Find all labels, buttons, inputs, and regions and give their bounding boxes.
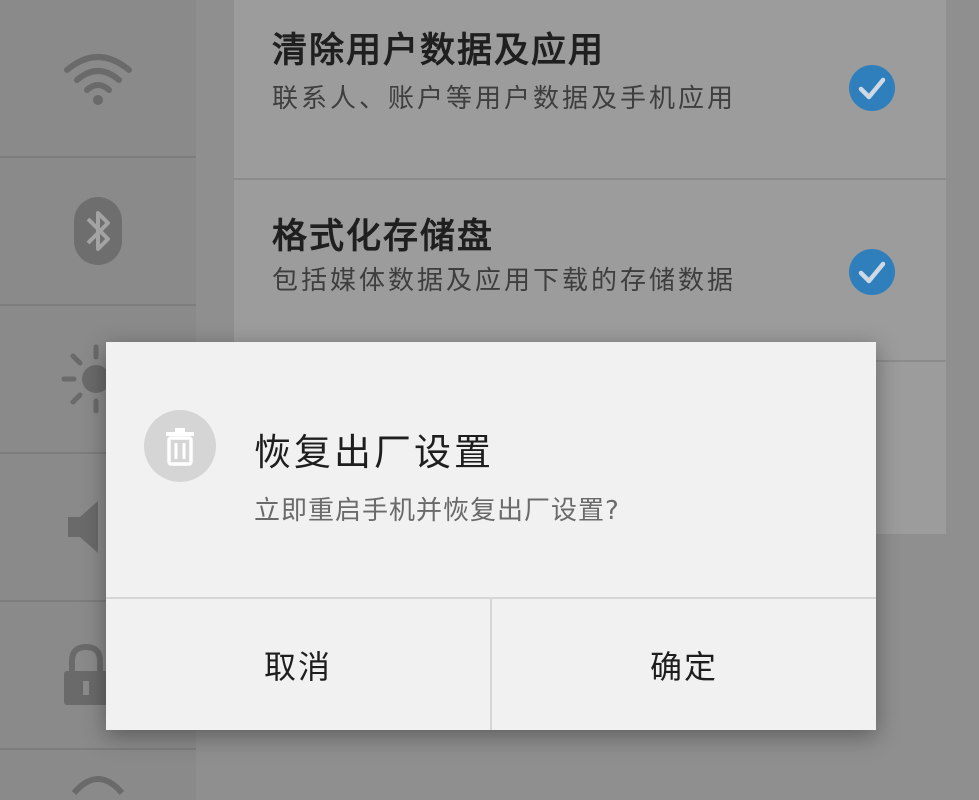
setting-clear-user-data[interactable]: 清除用户数据及应用 联系人、账户等用户数据及手机应用 — [234, 0, 946, 180]
factory-reset-dialog: 恢复出厂设置 立即重启手机并恢复出厂设置? 取消 确定 — [106, 342, 876, 730]
checkmark-icon[interactable] — [848, 248, 896, 296]
checkmark-icon[interactable] — [848, 64, 896, 112]
lock-icon — [64, 643, 108, 705]
sidebar-item-wifi[interactable] — [0, 0, 196, 158]
cancel-button[interactable]: 取消 — [106, 599, 492, 730]
confirm-button[interactable]: 确定 — [492, 599, 876, 730]
setting-title: 格式化存储盘 — [272, 217, 495, 257]
more-icon — [71, 776, 125, 795]
wifi-icon — [64, 54, 132, 105]
dialog-icon-badge — [144, 410, 216, 482]
setting-description: 包括媒体数据及应用下载的存储数据 — [272, 266, 737, 296]
trash-icon — [166, 428, 194, 466]
bluetooth-icon — [74, 197, 122, 265]
sidebar-item-bluetooth[interactable] — [0, 158, 196, 306]
dialog-title: 恢复出厂设置 — [254, 431, 494, 474]
setting-format-storage[interactable]: 格式化存储盘 包括媒体数据及应用下载的存储数据 — [234, 180, 946, 362]
dialog-message: 立即重启手机并恢复出厂设置? — [254, 496, 620, 526]
dialog-button-bar: 取消 确定 — [106, 597, 876, 730]
setting-description: 联系人、账户等用户数据及手机应用 — [272, 84, 737, 114]
setting-title: 清除用户数据及应用 — [272, 31, 606, 71]
sidebar-item-more[interactable] — [0, 750, 196, 800]
volume-icon — [68, 501, 98, 553]
